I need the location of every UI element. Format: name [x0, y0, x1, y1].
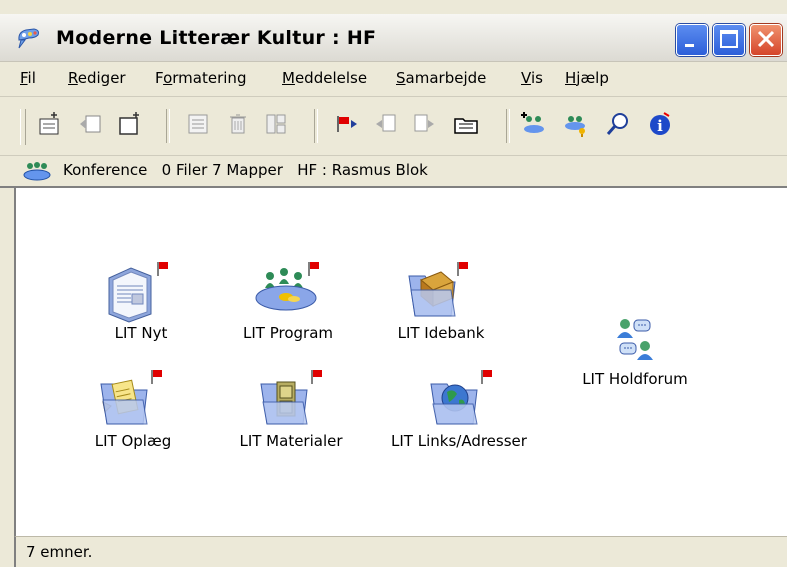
close-button[interactable]	[750, 24, 782, 56]
folder-lit-links-adresser[interactable]: LIT Links/Adresser	[374, 364, 544, 450]
red-flag-icon	[151, 370, 162, 384]
minimize-icon	[685, 44, 694, 47]
box-folder-icon	[408, 271, 456, 317]
open-folder-icon[interactable]	[452, 110, 480, 138]
conference-content-area: LIT Nyt LIT Program LIT Idebank LIT Hold…	[14, 188, 787, 536]
left-border	[0, 188, 14, 567]
menu-meddelelse[interactable]: Meddelelse	[282, 69, 367, 87]
newspaper-icon	[108, 267, 152, 323]
info-icon[interactable]: i	[646, 110, 674, 138]
red-flag-icon	[457, 262, 468, 276]
menu-fil[interactable]: Fil	[20, 69, 36, 87]
move-icon[interactable]	[410, 110, 438, 138]
forward-icon[interactable]	[372, 110, 400, 138]
folder-lit-materialer[interactable]: LIT Materialer	[228, 364, 354, 450]
item-label: LIT Materialer	[239, 432, 343, 450]
menu-vis[interactable]: Vis	[521, 69, 543, 87]
close-icon	[757, 30, 775, 48]
conference-icon	[22, 160, 52, 186]
cabinet-folder-icon	[260, 381, 308, 425]
maximize-button[interactable]	[713, 24, 745, 56]
members-key-icon[interactable]	[562, 110, 590, 138]
new-document-icon[interactable]	[36, 110, 64, 138]
red-flag-icon	[157, 262, 168, 276]
add-member-icon[interactable]	[520, 110, 548, 138]
info-bar: Konference 0 Filer 7 Mapper HF : Rasmus …	[0, 156, 787, 188]
menu-hjaelp[interactable]: Hjælp	[565, 69, 609, 87]
red-flag-icon	[308, 262, 319, 276]
paper-folder-icon	[100, 379, 148, 425]
properties-icon[interactable]	[262, 110, 290, 138]
svg-text:i: i	[657, 117, 663, 135]
status-text: 7 emner.	[26, 543, 93, 561]
item-label: LIT Nyt	[114, 324, 168, 342]
red-flag-icon	[311, 370, 322, 384]
folder-count: 7 Mapper	[212, 161, 283, 179]
info-text: Konference 0 Filer 7 Mapper HF : Rasmus …	[63, 161, 428, 179]
chat-people-icon	[617, 319, 653, 360]
maximize-icon	[720, 30, 738, 48]
new-folder-icon[interactable]	[116, 110, 144, 138]
toolbar: i	[0, 97, 787, 156]
globe-folder-icon	[430, 383, 478, 425]
menu-bar: Fil Rediger Formatering Meddelelse Samar…	[0, 62, 787, 97]
file-count: 0 Filer	[161, 161, 208, 179]
folder-lit-holdforum[interactable]: LIT Holdforum	[570, 314, 700, 388]
conference-path: HF : Rasmus Blok	[297, 161, 428, 179]
item-label: LIT Links/Adresser	[391, 432, 527, 450]
delete-icon[interactable]	[224, 110, 252, 138]
item-label: LIT Oplæg	[94, 432, 172, 450]
app-icon[interactable]	[16, 26, 42, 50]
menu-rediger[interactable]: Rediger	[68, 69, 126, 87]
title-bar[interactable]: Moderne Litterær Kultur : HF	[0, 14, 787, 62]
folder-lit-oplaeg[interactable]: LIT Oplæg	[78, 364, 188, 450]
folder-lit-idebank[interactable]: LIT Idebank	[386, 256, 496, 342]
application-window: Moderne Litterær Kultur : HF Fil Rediger…	[0, 0, 787, 567]
toolbar-grip[interactable]	[20, 109, 26, 145]
folder-lit-nyt[interactable]: LIT Nyt	[86, 256, 196, 342]
folder-lit-program[interactable]: LIT Program	[228, 256, 348, 342]
window-title: Moderne Litterær Kultur : HF	[56, 27, 377, 49]
item-label: LIT Program	[243, 324, 333, 342]
flag-icon[interactable]	[332, 110, 360, 138]
menu-formatering[interactable]: Formatering	[155, 69, 246, 87]
search-icon[interactable]	[604, 110, 632, 138]
item-label: LIT Holdforum	[582, 370, 688, 388]
item-label: LIT Idebank	[397, 324, 485, 342]
red-flag-icon	[481, 370, 492, 384]
people-table-icon	[255, 268, 317, 311]
status-bar: 7 emner.	[14, 536, 787, 567]
minimize-button[interactable]	[676, 24, 708, 56]
list-icon[interactable]	[184, 110, 212, 138]
reply-icon[interactable]	[76, 110, 104, 138]
menu-samarbejde[interactable]: Samarbejde	[396, 69, 486, 87]
conference-label: Konference	[63, 161, 148, 179]
